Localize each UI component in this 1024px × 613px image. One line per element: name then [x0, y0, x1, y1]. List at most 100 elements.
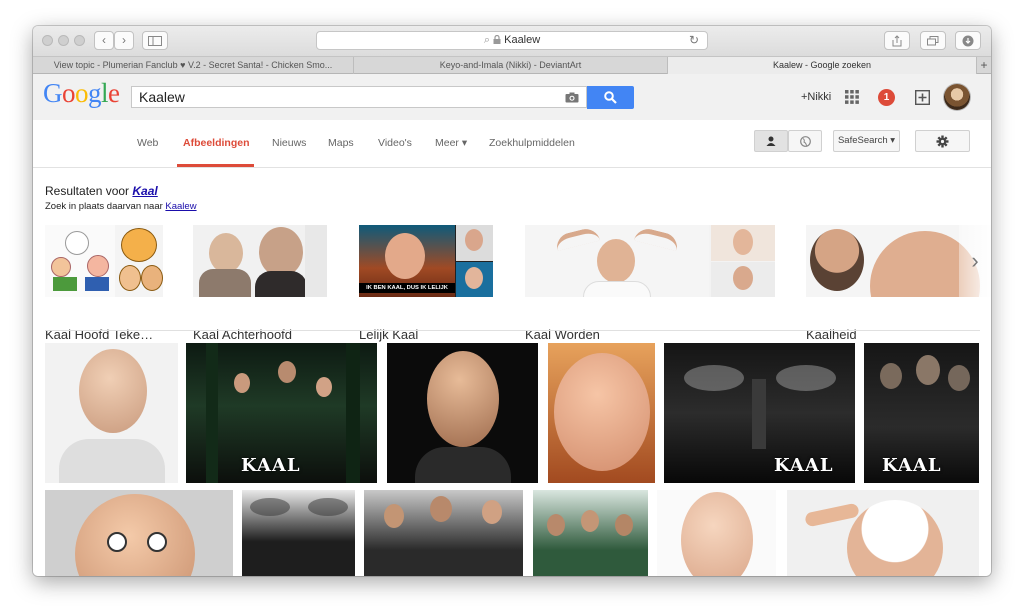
search-icon [604, 91, 617, 104]
downloads-button[interactable] [955, 31, 981, 50]
thumbnail-bottom [456, 262, 493, 297]
nav-videos[interactable]: Video's [378, 137, 412, 149]
tabs-overview-button[interactable] [920, 31, 946, 50]
shoulders-image [255, 271, 307, 297]
cartoon-body [85, 277, 109, 291]
eye [147, 532, 167, 552]
actor-face [615, 514, 633, 536]
logo-letter: g [88, 78, 102, 108]
new-tab-button[interactable]: + [977, 57, 991, 74]
nav-images[interactable]: Afbeeldingen [183, 137, 250, 149]
nav-search-tools[interactable]: Zoekhulpmiddelen [489, 137, 575, 149]
image-result[interactable] [657, 490, 776, 576]
cartoon-face [121, 228, 157, 262]
chevron-right-icon: › [971, 248, 979, 273]
safesearch-dropdown[interactable]: SafeSearch ▾ [833, 130, 900, 152]
cartoon-image [45, 225, 115, 297]
bald-man-face [385, 233, 425, 279]
logo-letter: l [101, 78, 109, 108]
image-result[interactable]: KAAL [664, 343, 855, 483]
sidebar-button[interactable] [142, 31, 168, 50]
search-button[interactable] [587, 86, 634, 109]
browser-toolbar: ‹ › ⌕ Kaalew ↻ [33, 26, 991, 56]
actor-face [278, 361, 296, 383]
actor-face [547, 514, 565, 536]
image-result[interactable] [242, 490, 355, 576]
nav-maps[interactable]: Maps [328, 137, 354, 149]
original-query-link[interactable]: Kaalew [165, 201, 196, 212]
share-plus-icon[interactable] [915, 90, 930, 105]
bald-head-image [209, 233, 243, 273]
search-small-icon: ⌕ [483, 34, 490, 46]
image-result[interactable] [364, 490, 523, 576]
shaving-cream-head [847, 500, 943, 576]
shoulders-image [199, 269, 251, 297]
close-window-button[interactable] [42, 35, 53, 46]
image-result[interactable] [787, 490, 979, 576]
arm-shape [633, 225, 681, 252]
share-button[interactable] [884, 31, 910, 50]
tab-plumerian[interactable]: View topic - Plumerian Fanclub ♥ V.2 - S… [33, 57, 354, 74]
actor-face [581, 510, 599, 532]
tab-google-search[interactable]: Kaalew - Google zoeken [668, 57, 977, 74]
image-result[interactable] [533, 490, 648, 576]
image-result[interactable]: KAAL [864, 343, 979, 483]
bald-face [79, 349, 147, 433]
cartoon-face [51, 257, 71, 277]
bald-face [75, 494, 195, 576]
nav-web[interactable]: Web [137, 137, 158, 149]
related-lelijk-kaal[interactable]: IK BEN KAAL, DUS IK LELIJK [359, 225, 493, 297]
back-icon: ‹ [102, 33, 106, 47]
related-kaal-hoofd-tekening[interactable] [45, 225, 163, 297]
camera-icon[interactable] [565, 92, 579, 103]
cartoon-face [87, 255, 109, 277]
thumbnail-top [456, 225, 493, 261]
tiger-eye [250, 498, 290, 516]
search-nav: Web Afbeeldingen Nieuws Maps Video's Mee… [33, 120, 991, 168]
sidebar-icon [148, 36, 162, 46]
eye [107, 532, 127, 552]
gear-icon [936, 135, 949, 148]
avatar[interactable] [944, 84, 970, 110]
tiger-eye [308, 498, 348, 516]
image-result[interactable] [548, 343, 655, 483]
google-header: Google Kaalew +Nikki 1 [33, 74, 991, 120]
nav-more[interactable]: Meer ▾ [435, 137, 467, 149]
cartoon-face [119, 265, 141, 291]
tiger-eye [776, 365, 836, 391]
actor-face [384, 504, 404, 528]
related-kaal-worden[interactable] [525, 225, 775, 297]
thumbnail-bottom [711, 262, 775, 297]
face-thumb [733, 229, 753, 255]
zoom-window-button[interactable] [74, 35, 85, 46]
reload-icon[interactable]: ↻ [689, 32, 699, 49]
shirt [583, 281, 651, 297]
notification-badge[interactable]: 1 [878, 89, 895, 106]
personal-results-button[interactable] [754, 130, 788, 152]
address-bar[interactable]: ⌕ Kaalew ↻ [316, 31, 708, 50]
global-results-button[interactable] [788, 130, 822, 152]
forward-button[interactable]: › [114, 31, 134, 50]
back-button[interactable]: ‹ [94, 31, 114, 50]
corrected-query-link[interactable]: Kaal [132, 184, 157, 198]
minimize-window-button[interactable] [58, 35, 69, 46]
poster-title: KAAL [241, 455, 301, 476]
user-link[interactable]: +Nikki [801, 91, 831, 103]
image-result[interactable]: KAAL [186, 343, 377, 483]
tab-deviantart[interactable]: Keyo-and-Imala (Nikki) - DeviantArt [354, 57, 668, 74]
related-kaal-achterhoofd[interactable] [193, 225, 327, 297]
actor-face [880, 363, 902, 389]
image-result[interactable] [45, 343, 178, 483]
next-related-button[interactable]: › [959, 225, 991, 297]
nav-news[interactable]: Nieuws [272, 137, 306, 149]
tree [346, 343, 360, 483]
search-input[interactable]: Kaalew [131, 86, 587, 108]
settings-button[interactable] [915, 130, 970, 152]
did-you-mean: Resultaten voor Kaal [45, 184, 158, 198]
face-thumb [465, 229, 483, 251]
image-result[interactable] [45, 490, 233, 576]
image-result[interactable] [387, 343, 538, 483]
results-title-prefix: Resultaten voor [45, 184, 133, 198]
apps-grid-icon[interactable] [845, 90, 859, 104]
google-logo[interactable]: Google [43, 78, 120, 109]
